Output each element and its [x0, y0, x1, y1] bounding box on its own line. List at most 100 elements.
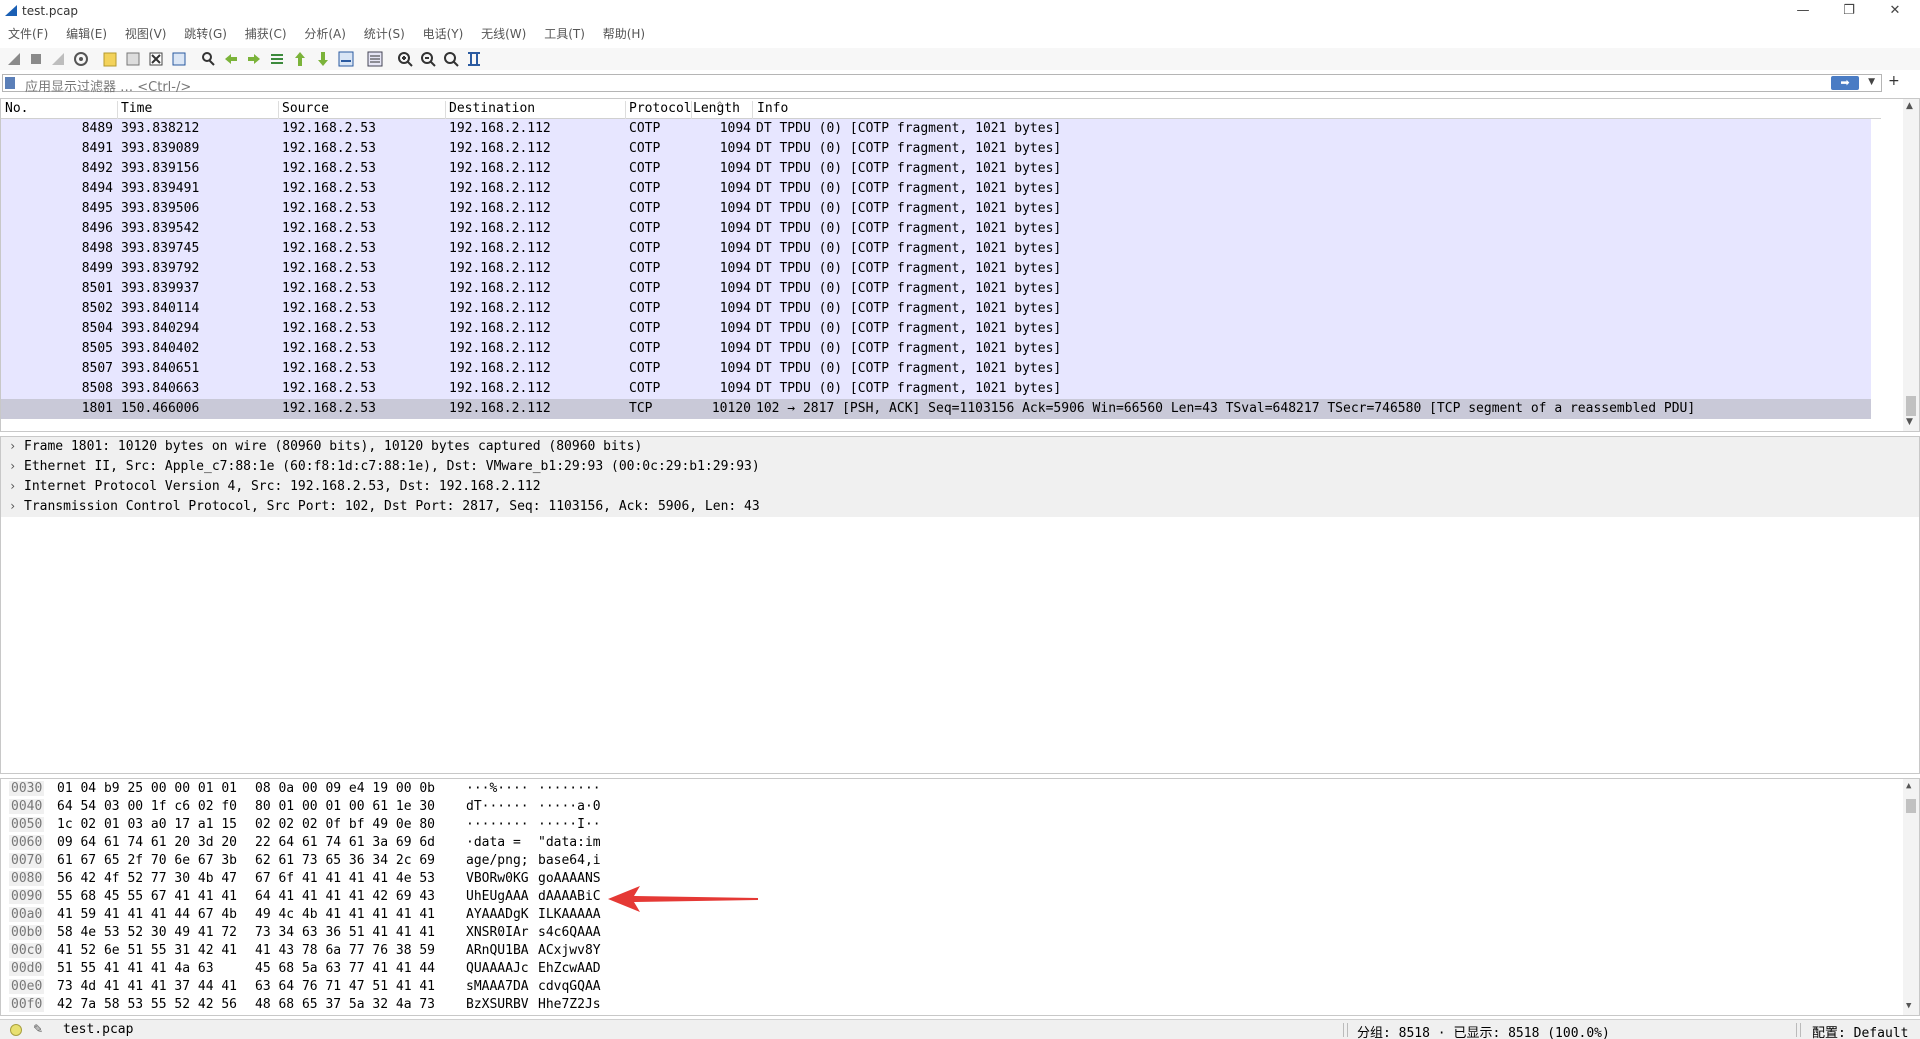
find-packet-icon[interactable]: [199, 50, 217, 68]
colorize-icon[interactable]: [366, 50, 384, 68]
menu-view[interactable]: 视图(V): [125, 24, 167, 44]
display-filter-input[interactable]: 应用显示过滤器 … <Ctrl-/> ➡ ▼: [2, 74, 1882, 95]
minimize-button[interactable]: —: [1780, 0, 1826, 22]
resize-columns-icon[interactable]: [465, 50, 483, 68]
capture-comment-icon[interactable]: ✎: [33, 1022, 43, 1036]
status-profile[interactable]: 配置: Default: [1812, 1022, 1908, 1039]
packet-row[interactable]: 8491 393.839089 192.168.2.53 192.168.2.112 C…: [1, 139, 1871, 159]
byte-row[interactable]: 0090 55 68 45 55 67 41 41 41 64 41 41 41 4…: [1, 889, 1919, 907]
auto-scroll-icon[interactable]: [337, 50, 355, 68]
packet-row[interactable]: 8494 393.839491 192.168.2.53 192.168.2.112 C…: [1, 179, 1871, 199]
scroll-down-icon[interactable]: ▼: [1906, 1001, 1911, 1011]
menu-help[interactable]: 帮助(H): [603, 24, 645, 44]
menu-wireless[interactable]: 无线(W): [481, 24, 526, 44]
menu-go[interactable]: 跳转(G): [184, 24, 227, 44]
byte-offset: 0060: [9, 835, 45, 850]
packet-row[interactable]: 8499 393.839792 192.168.2.53 192.168.2.112 C…: [1, 259, 1871, 279]
menu-file[interactable]: 文件(F): [8, 24, 48, 44]
normal-size-icon[interactable]: [442, 50, 460, 68]
packet-row[interactable]: 1801 150.466006 192.168.2.53 192.168.2.112 T…: [1, 399, 1871, 419]
byte-offset: 0090: [9, 889, 45, 904]
apply-filter-button[interactable]: ➡: [1831, 76, 1859, 90]
packet-row[interactable]: 8502 393.840114 192.168.2.53 192.168.2.112 C…: [1, 299, 1871, 319]
hex-bytes-1: 55 68 45 55 67 41 41 41: [57, 889, 238, 904]
expand-chevron-icon[interactable]: ›: [9, 479, 16, 493]
add-filter-button[interactable]: +: [1888, 73, 1900, 89]
open-file-icon[interactable]: [101, 50, 119, 68]
detail-ipv4[interactable]: › Internet Protocol Version 4, Src: 192.…: [1, 477, 1919, 497]
ascii-2: dAAAABiC: [538, 889, 601, 904]
byte-row[interactable]: 0080 56 42 4f 52 77 30 4b 47 67 6f 41 41 4…: [1, 871, 1919, 889]
menu-telephony[interactable]: 电话(Y): [423, 24, 464, 44]
column-header-info[interactable]: Info: [757, 101, 788, 116]
byte-row[interactable]: 00b0 58 4e 53 52 30 49 41 72 73 34 63 36 5…: [1, 925, 1919, 943]
go-forward-icon[interactable]: [245, 50, 263, 68]
detail-tcp[interactable]: › Transmission Control Protocol, Src Por…: [1, 497, 1919, 517]
restart-capture-icon[interactable]: [49, 50, 67, 68]
expand-chevron-icon[interactable]: ›: [9, 499, 16, 513]
go-last-packet-icon[interactable]: [314, 50, 332, 68]
menu-edit[interactable]: 编辑(E): [66, 24, 107, 44]
bytes-scrollbar[interactable]: ▲ ▼: [1903, 779, 1919, 1015]
expand-chevron-icon[interactable]: ›: [9, 459, 16, 473]
bookmark-icon[interactable]: [5, 77, 15, 89]
packet-row[interactable]: 8498 393.839745 192.168.2.53 192.168.2.112 C…: [1, 239, 1871, 259]
packet-details-pane: › Frame 1801: 10120 bytes on wire (80960…: [0, 436, 1920, 774]
byte-row[interactable]: 0060 09 64 61 74 61 20 3d 20 22 64 61 74 6…: [1, 835, 1919, 853]
start-capture-icon[interactable]: [5, 50, 23, 68]
scroll-down-icon[interactable]: ▼: [1906, 417, 1913, 427]
capture-options-icon[interactable]: [72, 50, 90, 68]
expand-chevron-icon[interactable]: ›: [9, 439, 16, 453]
stop-capture-icon[interactable]: [27, 50, 45, 68]
packet-row[interactable]: 8489 393.838212 192.168.2.53 192.168.2.112 C…: [1, 119, 1871, 139]
reload-file-icon[interactable]: [170, 50, 188, 68]
packet-list-scrollbar[interactable]: ▲ ▼: [1903, 99, 1919, 431]
byte-row[interactable]: 0040 64 54 03 00 1f c6 02 f0 80 01 00 01 0…: [1, 799, 1919, 817]
byte-row[interactable]: 00f0 42 7a 58 53 55 52 42 56 48 68 65 37 5…: [1, 997, 1919, 1015]
byte-row[interactable]: 00d0 51 55 41 41 41 4a 63 45 68 5a 63 77 4…: [1, 961, 1919, 979]
column-header-source[interactable]: Source: [282, 101, 329, 116]
packet-row[interactable]: 8508 393.840663 192.168.2.53 192.168.2.112 C…: [1, 379, 1871, 399]
byte-row[interactable]: 0070 61 67 65 2f 70 6e 67 3b 62 61 73 65 3…: [1, 853, 1919, 871]
save-file-icon[interactable]: [124, 50, 142, 68]
packet-row[interactable]: 8504 393.840294 192.168.2.53 192.168.2.112 C…: [1, 319, 1871, 339]
packet-row[interactable]: 8505 393.840402 192.168.2.53 192.168.2.112 C…: [1, 339, 1871, 359]
column-header-protocol[interactable]: Protocol: [629, 101, 691, 116]
detail-frame[interactable]: › Frame 1801: 10120 bytes on wire (80960…: [1, 437, 1919, 457]
column-header-destination[interactable]: Destination: [449, 101, 535, 116]
menu-capture[interactable]: 捕获(C): [245, 24, 287, 44]
detail-ethernet[interactable]: › Ethernet II, Src: Apple_c7:88:1e (60:f…: [1, 457, 1919, 477]
column-header-time[interactable]: Time: [121, 101, 152, 116]
byte-row[interactable]: 0050 1c 02 01 03 a0 17 a1 15 02 02 02 0f b…: [1, 817, 1919, 835]
hex-bytes-1: 51 55 41 41 41 4a 63: [57, 961, 214, 976]
byte-row[interactable]: 00c0 41 52 6e 51 55 31 42 41 41 43 78 6a 7…: [1, 943, 1919, 961]
scroll-up-icon[interactable]: ▲: [1906, 101, 1913, 111]
packet-row[interactable]: 8492 393.839156 192.168.2.53 192.168.2.112 C…: [1, 159, 1871, 179]
close-file-icon[interactable]: [147, 50, 165, 68]
close-button[interactable]: ✕: [1872, 0, 1918, 22]
hex-bytes-1: 56 42 4f 52 77 30 4b 47: [57, 871, 238, 886]
go-to-packet-icon[interactable]: [268, 50, 286, 68]
packet-row[interactable]: 8495 393.839506 192.168.2.53 192.168.2.112 C…: [1, 199, 1871, 219]
byte-row[interactable]: 00a0 41 59 41 41 41 44 67 4b 49 4c 4b 41 4…: [1, 907, 1919, 925]
scrollbar-thumb[interactable]: [1906, 799, 1916, 813]
byte-row[interactable]: 0030 01 04 b9 25 00 00 01 01 08 0a 00 09 e…: [1, 781, 1919, 799]
menu-statistics[interactable]: 统计(S): [364, 24, 405, 44]
scrollbar-thumb[interactable]: [1906, 396, 1916, 416]
go-first-packet-icon[interactable]: [291, 50, 309, 68]
byte-offset: 0080: [9, 871, 45, 886]
go-back-icon[interactable]: [222, 50, 240, 68]
packet-row[interactable]: 8496 393.839542 192.168.2.53 192.168.2.112 C…: [1, 219, 1871, 239]
filter-history-dropdown-icon[interactable]: ▼: [1868, 77, 1875, 87]
menu-analyze[interactable]: 分析(A): [304, 24, 346, 44]
zoom-in-icon[interactable]: [396, 50, 414, 68]
zoom-out-icon[interactable]: [419, 50, 437, 68]
packet-row[interactable]: 8501 393.839937 192.168.2.53 192.168.2.112 C…: [1, 279, 1871, 299]
menu-tools[interactable]: 工具(T): [544, 24, 585, 44]
byte-row[interactable]: 00e0 73 4d 41 41 41 37 44 41 63 64 76 71 4…: [1, 979, 1919, 997]
expert-info-icon[interactable]: [10, 1024, 22, 1036]
restore-button[interactable]: ❐: [1826, 0, 1872, 22]
packet-row[interactable]: 8507 393.840651 192.168.2.53 192.168.2.112 C…: [1, 359, 1871, 379]
scroll-up-icon[interactable]: ▲: [1906, 781, 1911, 791]
column-header-no[interactable]: No.: [5, 101, 28, 116]
